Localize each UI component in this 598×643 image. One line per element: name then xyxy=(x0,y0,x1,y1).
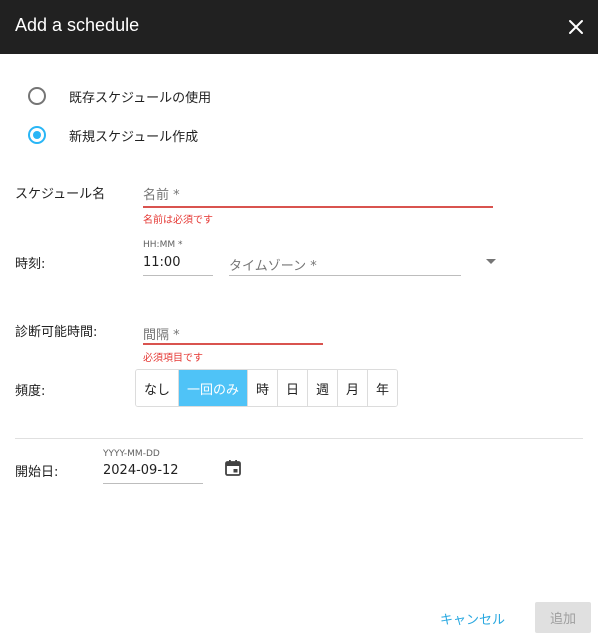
radio-new-label: 新規スケジュール作成 xyxy=(69,129,199,145)
radio-existing-label: 既存スケジュールの使用 xyxy=(69,90,212,106)
schedule-name-error: 名前は必須です xyxy=(143,215,213,226)
section-divider xyxy=(15,438,583,439)
cancel-button[interactable]: キャンセル xyxy=(440,603,505,633)
interval-underline xyxy=(143,343,323,345)
timezone-select[interactable]: タイムゾーン * xyxy=(229,254,461,276)
freq-option-year[interactable]: 年 xyxy=(368,370,397,406)
time-underline xyxy=(143,275,213,276)
start-date-label: 開始日: xyxy=(15,465,59,480)
start-date-field-label: YYYY-MM-DD xyxy=(103,449,160,459)
radio-selected-dot xyxy=(33,131,41,139)
start-date-value: 2024-09-12 xyxy=(103,463,179,478)
freq-option-hour[interactable]: 時 xyxy=(248,370,278,406)
freq-option-month[interactable]: 月 xyxy=(338,370,368,406)
time-field-label: HH:MM * xyxy=(143,240,183,250)
freq-option-day[interactable]: 日 xyxy=(278,370,308,406)
freq-option-none[interactable]: なし xyxy=(136,370,179,406)
dialog-titlebar: Add a schedule xyxy=(0,0,598,54)
close-icon[interactable] xyxy=(564,15,588,39)
add-schedule-dialog: Add a schedule 既存スケジュールの使用 新規スケジュール作成 スケ… xyxy=(0,0,598,643)
freq-option-once[interactable]: 一回のみ xyxy=(179,370,248,406)
interval-input[interactable]: 間隔 * xyxy=(143,324,323,345)
interval-error: 必須項目です xyxy=(143,353,203,364)
dialog-title: Add a schedule xyxy=(15,15,140,35)
timezone-placeholder: タイムゾーン * xyxy=(229,259,317,274)
interval-placeholder: 間隔 * xyxy=(143,328,180,343)
radio-existing-button[interactable] xyxy=(28,87,46,105)
time-input[interactable]: 11:00 xyxy=(143,254,213,276)
interval-label: 診断可能時間: xyxy=(15,325,98,340)
radio-new-schedule[interactable]: 新規スケジュール作成 xyxy=(28,124,198,146)
calendar-icon[interactable] xyxy=(224,459,242,477)
add-button[interactable]: 追加 xyxy=(535,602,591,633)
freq-option-week[interactable]: 週 xyxy=(308,370,338,406)
radio-existing-schedule[interactable]: 既存スケジュールの使用 xyxy=(28,85,211,107)
start-date-underline xyxy=(103,483,203,484)
frequency-toggle-group: なし 一回のみ 時 日 週 月 年 xyxy=(135,369,398,407)
time-label: 時刻: xyxy=(15,257,46,272)
schedule-name-input[interactable]: 名前 * xyxy=(143,184,493,208)
caret-down-icon[interactable] xyxy=(486,259,496,264)
timezone-underline xyxy=(229,275,461,276)
start-date-input[interactable]: 2024-09-12 xyxy=(103,462,203,484)
schedule-name-placeholder: 名前 * xyxy=(143,188,180,203)
time-value: 11:00 xyxy=(143,255,181,270)
radio-new-button[interactable] xyxy=(28,126,46,144)
schedule-name-label: スケジュール名 xyxy=(15,187,106,202)
schedule-name-underline xyxy=(143,206,493,208)
frequency-label: 頻度: xyxy=(15,384,46,399)
